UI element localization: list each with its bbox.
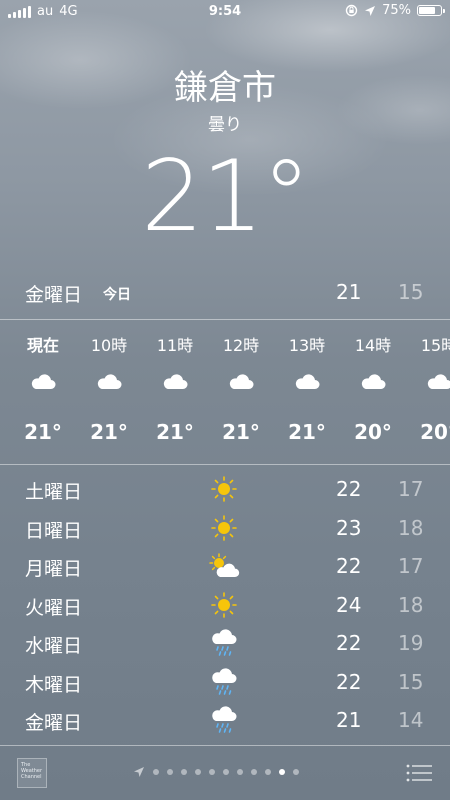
- page-dot[interactable]: [153, 769, 159, 775]
- current-temperature: 21°: [141, 140, 311, 254]
- page-dot[interactable]: [181, 769, 187, 775]
- battery-percentage: 75%: [382, 3, 411, 18]
- daily-forecast-row: 月曜日 22 17: [0, 547, 450, 586]
- hourly-item: 10時 21°: [76, 320, 142, 444]
- hour-temperature: 21°: [24, 420, 62, 444]
- day-name: 日曜日: [25, 519, 83, 542]
- day-low: 17: [398, 554, 424, 578]
- partly-cloudy-icon: [208, 550, 240, 582]
- hour-temperature: 21°: [288, 420, 326, 444]
- hour-label: 現在: [26, 336, 59, 355]
- day-name: 金曜日: [25, 712, 83, 734]
- city-list-icon[interactable]: [406, 763, 432, 783]
- page-dot[interactable]: [223, 769, 229, 775]
- divider: [0, 464, 450, 465]
- hourly-item: 現在 21°: [10, 320, 76, 444]
- page-dot[interactable]: [167, 769, 173, 775]
- page-indicator[interactable]: [133, 766, 299, 778]
- cloud-icon: [76, 372, 142, 408]
- today-summary-row: 金曜日 今日 21 15: [0, 270, 450, 318]
- hour-label: 15時: [420, 336, 450, 355]
- cloud-icon: [340, 372, 406, 408]
- day-low: 18: [398, 515, 424, 540]
- battery-icon: [417, 5, 445, 16]
- hour-temperature: 21°: [90, 420, 128, 444]
- day-high: 22: [336, 554, 362, 578]
- page-dot[interactable]: [237, 769, 243, 775]
- daily-forecast-row: 木曜日 22 15: [0, 663, 450, 702]
- day-low: 15: [398, 669, 424, 694]
- location-services-icon: [365, 5, 376, 16]
- hour-temperature: 21°: [222, 420, 260, 444]
- day-low: 18: [398, 592, 424, 617]
- daily-forecast-row: 水曜日 22 19: [0, 624, 450, 663]
- hour-label: 12時: [222, 336, 260, 355]
- hour-temperature: 20°: [354, 420, 392, 444]
- daily-forecast-row: 日曜日 23 18: [0, 509, 450, 548]
- weather-condition: 曇り: [208, 115, 242, 135]
- cloud-icon: [208, 372, 274, 408]
- day-name: 木曜日: [25, 673, 83, 696]
- cloud-icon: [274, 372, 340, 408]
- hour-label: 14時: [354, 336, 392, 355]
- daily-forecast-row: 土曜日 22 17: [0, 470, 450, 509]
- daily-forecast-row: 金曜日 21 14: [0, 701, 450, 740]
- footer-toolbar: The Weather Channel: [0, 746, 450, 800]
- cloud-icon: [10, 372, 76, 408]
- day-name: 土曜日: [25, 481, 83, 503]
- hour-temperature: 21°: [156, 420, 194, 444]
- day-name: 月曜日: [25, 558, 83, 580]
- cloud-icon: [406, 372, 450, 408]
- day-high: 23: [336, 515, 362, 540]
- day-high: 21: [336, 708, 362, 732]
- daily-forecast-list[interactable]: 土曜日 22 17 日曜日 23 18 月曜日 22 17 火曜日 24 18 水曜日 22 19 木曜日 22…: [0, 470, 450, 740]
- page-dot[interactable]: [209, 769, 215, 775]
- rotation-lock-icon: [345, 4, 358, 17]
- city-name: 鎌倉市: [174, 68, 276, 108]
- day-name: 火曜日: [25, 596, 83, 619]
- hourly-item: 12時 21°: [208, 320, 274, 444]
- sun-icon: [208, 512, 240, 544]
- today-label: 今日: [103, 287, 131, 303]
- page-dot[interactable]: [265, 769, 271, 775]
- cloud-icon: [142, 372, 208, 408]
- current-location-icon: [134, 767, 144, 777]
- hour-label: 11時: [156, 336, 194, 355]
- day-high: 22: [336, 631, 362, 655]
- today-high: 21: [336, 280, 362, 304]
- page-dot[interactable]: [279, 769, 285, 775]
- weather-channel-logo[interactable]: The Weather Channel: [17, 758, 47, 788]
- rain-cloud-icon: [208, 666, 240, 698]
- today-day-name: 金曜日: [25, 284, 83, 306]
- sun-icon: [208, 589, 240, 621]
- today-low: 15: [398, 280, 424, 304]
- page-dot[interactable]: [251, 769, 257, 775]
- hourly-item: 13時 21°: [274, 320, 340, 444]
- day-name: 水曜日: [25, 635, 83, 657]
- hour-temperature: 20°: [420, 420, 450, 444]
- status-bar: au 4G 9:54 75%: [0, 0, 450, 24]
- rain-cloud-icon: [208, 627, 240, 659]
- rain-cloud-icon: [208, 704, 240, 736]
- hourly-forecast-scroller[interactable]: 現在 21° 10時 21° 11時 21° 12時 21° 13時 21° 14時 20° 15時 20…: [0, 320, 450, 463]
- sun-icon: [208, 473, 240, 505]
- page-dot[interactable]: [293, 769, 299, 775]
- hour-label: 10時: [90, 336, 128, 355]
- page-dot[interactable]: [195, 769, 201, 775]
- day-low: 19: [398, 631, 424, 655]
- day-high: 24: [336, 592, 362, 617]
- day-high: 22: [336, 477, 362, 501]
- day-low: 17: [398, 477, 424, 501]
- daily-forecast-row: 火曜日 24 18: [0, 586, 450, 625]
- day-low: 14: [398, 708, 424, 732]
- day-high: 22: [336, 669, 362, 694]
- hourly-item: 15時 20°: [406, 320, 450, 444]
- hourly-item: 14時 20°: [340, 320, 406, 444]
- hour-label: 13時: [288, 336, 326, 355]
- hourly-item: 11時 21°: [142, 320, 208, 444]
